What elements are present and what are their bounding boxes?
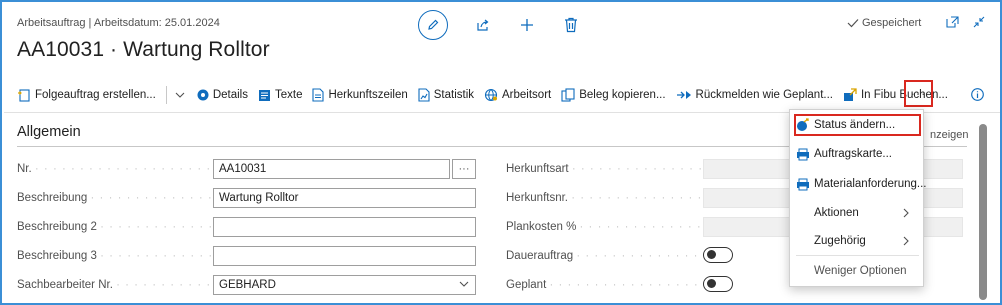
menu-item-actions[interactable]: Aktionen bbox=[796, 202, 919, 224]
field-label-description-2: Beschreibung 2 · · · · · · · · · · · · ·… bbox=[17, 221, 212, 233]
chevron-down-icon bbox=[459, 281, 469, 287]
more-options-button[interactable]: ··· bbox=[904, 80, 933, 107]
report-back-icon bbox=[676, 91, 691, 99]
work-location-label: Arbeitsort bbox=[502, 89, 552, 101]
menu-item-label: Materialanforderung... bbox=[814, 178, 927, 190]
more-options-menu: Status ändern... Auftragskarte... Materi… bbox=[789, 109, 927, 287]
follow-order-icon bbox=[18, 89, 30, 102]
more-actions-dropdown[interactable] bbox=[175, 92, 185, 98]
menu-item-material-request[interactable]: Materialanforderung... bbox=[796, 173, 927, 195]
menu-item-label: Aktionen bbox=[814, 207, 859, 219]
delete-button[interactable] bbox=[562, 16, 580, 34]
section-title: Allgemein bbox=[17, 124, 81, 140]
no-field[interactable]: AA10031 bbox=[213, 159, 450, 179]
description-2-field[interactable] bbox=[213, 217, 476, 237]
field-label-planned-cost: Plankosten % · · · · · · · · · · · · · ·… bbox=[506, 221, 701, 233]
planned-toggle[interactable] bbox=[703, 276, 733, 292]
menu-item-related[interactable]: Zugehörig bbox=[796, 230, 919, 252]
clerk-no-value: GEBHARD bbox=[219, 279, 276, 291]
statistics-label: Statistik bbox=[433, 89, 475, 101]
field-label-origin-no: Herkunftsnr. · · · · · · · · · · · · · ·… bbox=[506, 192, 701, 204]
menu-item-label: Status ändern... bbox=[814, 119, 896, 131]
trash-icon bbox=[565, 17, 577, 33]
field-label-no: Nr. · · · · · · · · · · · · · · · · · · … bbox=[17, 163, 212, 175]
chevron-down-icon bbox=[175, 92, 185, 98]
divider bbox=[165, 86, 167, 104]
origin-lines-button[interactable]: Herkunftszeilen bbox=[312, 88, 408, 102]
printer-icon bbox=[797, 178, 809, 190]
field-label-recurring-order: Dauerauftrag · · · · · · · · · · · · · ·… bbox=[506, 250, 701, 262]
origin-lines-label: Herkunftszeilen bbox=[328, 89, 408, 101]
copy-document-label: Beleg kopieren... bbox=[579, 89, 666, 101]
header-actions bbox=[418, 10, 580, 40]
field-label-description: Beschreibung · · · · · · · · · · · · · ·… bbox=[17, 192, 212, 204]
menu-item-label: Zugehörig bbox=[814, 235, 866, 247]
saved-label: Gespeichert bbox=[862, 17, 922, 29]
texts-button[interactable]: Texte bbox=[258, 89, 303, 102]
description-field[interactable]: Wartung Rolltor bbox=[213, 188, 476, 208]
share-icon bbox=[477, 19, 489, 31]
open-new-window-icon[interactable] bbox=[946, 16, 959, 28]
texts-label: Texte bbox=[274, 89, 303, 101]
edit-button[interactable] bbox=[418, 10, 448, 40]
report-back-button[interactable]: Rückmelden wie Geplant... bbox=[676, 89, 833, 101]
menu-item-order-card[interactable]: Auftragskarte... bbox=[796, 143, 919, 165]
menu-divider bbox=[796, 255, 919, 256]
report-back-label: Rückmelden wie Geplant... bbox=[695, 89, 833, 101]
field-label-origin-type: Herkunftsart · · · · · · · · · · · · · ·… bbox=[506, 163, 701, 175]
pencil-icon bbox=[428, 19, 439, 30]
follow-order-button[interactable]: Folgeauftrag erstellen... bbox=[17, 88, 156, 102]
statistics-button[interactable]: Statistik bbox=[418, 88, 474, 102]
field-label-clerk-no: Sachbearbeiter Nr. · · · · · · · · · · ·… bbox=[17, 279, 212, 291]
share-button[interactable] bbox=[474, 16, 492, 34]
page-frame: Arbeitsauftrag | Arbeitsdatum: 25.01.202… bbox=[0, 0, 1002, 305]
window-controls bbox=[946, 16, 985, 28]
status-change-icon bbox=[797, 118, 809, 131]
work-location-icon bbox=[484, 88, 498, 102]
toggle-knob bbox=[707, 250, 716, 259]
details-icon bbox=[197, 89, 209, 101]
chevron-right-icon bbox=[903, 208, 909, 218]
origin-lines-icon bbox=[312, 88, 325, 102]
menu-item-fewer-options[interactable]: Weniger Optionen bbox=[796, 260, 919, 282]
saved-status: Gespeichert bbox=[847, 17, 921, 29]
plus-icon bbox=[521, 19, 533, 31]
copy-document-button[interactable]: Beleg kopieren... bbox=[561, 88, 666, 102]
show-more-link[interactable]: nzeigen bbox=[930, 129, 969, 141]
description-3-field[interactable] bbox=[213, 246, 476, 266]
work-location-button[interactable]: Arbeitsort bbox=[484, 88, 551, 102]
chevron-right-icon bbox=[903, 236, 909, 246]
menu-item-label: Auftragskarte... bbox=[814, 148, 892, 160]
menu-item-change-status[interactable]: Status ändern... bbox=[794, 114, 921, 136]
clerk-no-select[interactable]: GEBHARD bbox=[213, 275, 476, 295]
toggle-knob bbox=[707, 279, 716, 288]
page-title: AA10031 · Wartung Rolltor bbox=[17, 38, 270, 61]
breadcrumb: Arbeitsauftrag | Arbeitsdatum: 25.01.202… bbox=[17, 17, 220, 29]
copy-document-icon bbox=[561, 88, 575, 102]
texts-icon bbox=[258, 89, 270, 101]
no-lookup-button[interactable]: ··· bbox=[452, 159, 476, 179]
field-label-planned: Geplant · · · · · · · · · · · · · · · · … bbox=[506, 279, 701, 291]
checkmark-icon bbox=[847, 19, 859, 28]
recurring-order-toggle[interactable] bbox=[703, 247, 733, 263]
info-icon[interactable] bbox=[971, 88, 984, 101]
field-label-description-3: Beschreibung 3 · · · · · · · · · · · · ·… bbox=[17, 250, 212, 262]
collapse-icon[interactable] bbox=[973, 16, 985, 28]
add-button[interactable] bbox=[518, 16, 536, 34]
printer-icon bbox=[797, 148, 809, 160]
follow-order-label: Folgeauftrag erstellen... bbox=[35, 89, 156, 101]
details-button[interactable]: Details bbox=[197, 89, 248, 101]
post-finance-icon bbox=[843, 88, 857, 101]
statistics-icon bbox=[418, 88, 430, 102]
details-label: Details bbox=[212, 89, 248, 101]
action-bar: Folgeauftrag erstellen... Details Texte … bbox=[17, 84, 958, 106]
vertical-scrollbar[interactable] bbox=[979, 124, 987, 300]
